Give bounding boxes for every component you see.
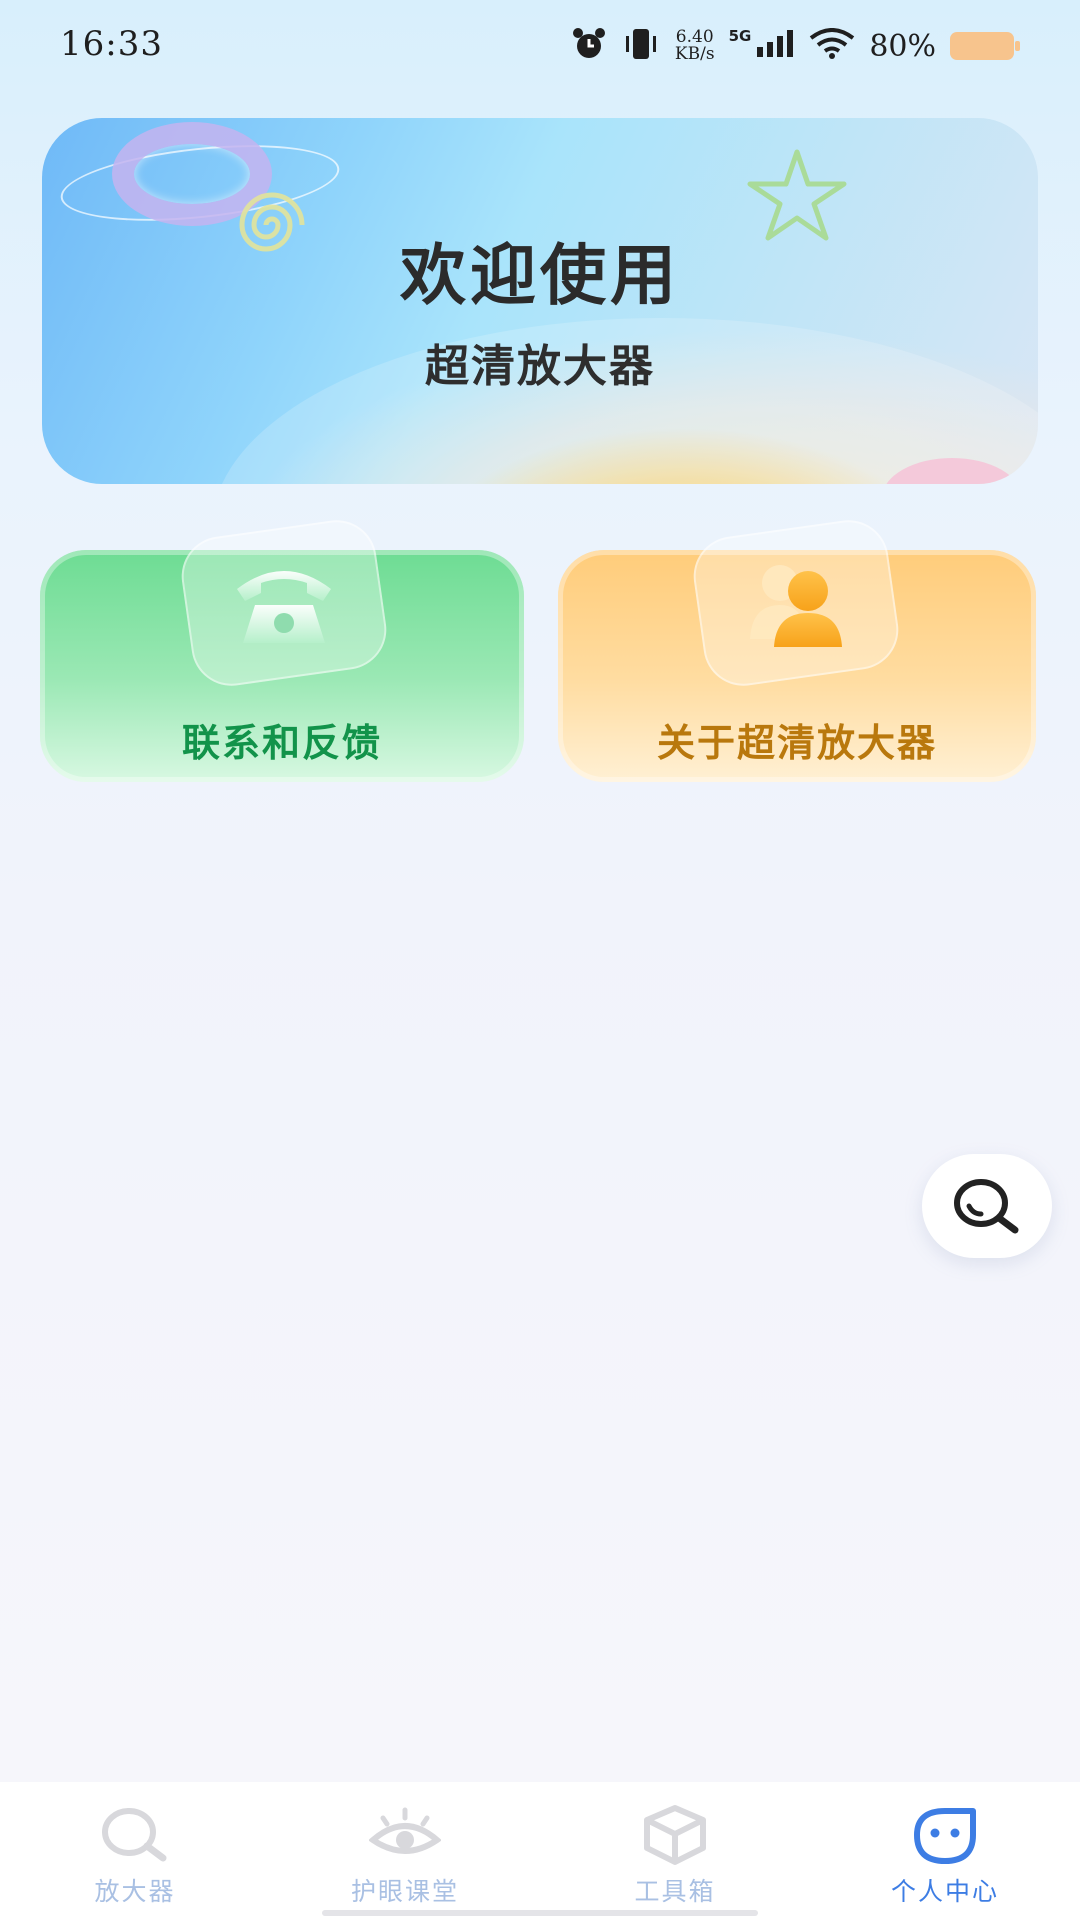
banner-title: 欢迎使用 bbox=[400, 236, 680, 314]
battery-percent: 80% bbox=[869, 28, 936, 64]
battery-icon bbox=[950, 32, 1020, 60]
about-icon-tile bbox=[688, 515, 904, 691]
about-app-label: 关于超清放大器 bbox=[656, 720, 937, 765]
nav-item-toolbox[interactable]: 工具箱 bbox=[540, 1782, 810, 1920]
nav-label-magnifier: 放大器 bbox=[94, 1877, 176, 1906]
welcome-banner: 欢迎使用 超清放大器 bbox=[42, 118, 1038, 484]
alarm-icon bbox=[571, 26, 607, 66]
home-indicator[interactable] bbox=[322, 1910, 758, 1916]
telephone-icon bbox=[237, 571, 331, 643]
status-time: 16:33 bbox=[60, 24, 163, 64]
banner-subtitle: 超清放大器 bbox=[425, 341, 655, 392]
floating-search-button[interactable] bbox=[922, 1154, 1052, 1258]
nav-item-magnifier[interactable]: 放大器 bbox=[0, 1782, 270, 1920]
wifi-icon bbox=[809, 28, 855, 64]
network-type: 5G bbox=[728, 27, 752, 45]
users-icon bbox=[750, 565, 842, 647]
bottom-navigation: 放大器 护眼课堂 工具箱 个人中心 bbox=[0, 1782, 1080, 1920]
vibrate-icon bbox=[621, 27, 661, 65]
status-bar: 16:33 6.40 KB/s 5G 80% bbox=[0, 0, 1080, 92]
nav-label-eye-care: 护眼课堂 bbox=[350, 1877, 459, 1906]
status-icons: 6.40 KB/s 5G 80% bbox=[571, 26, 1020, 66]
face-icon bbox=[909, 1804, 981, 1866]
contact-icon-tile bbox=[176, 515, 392, 691]
nav-label-toolbox: 工具箱 bbox=[634, 1877, 716, 1906]
nav-item-profile[interactable]: 个人中心 bbox=[810, 1782, 1080, 1920]
eye-icon bbox=[369, 1804, 441, 1866]
nav-label-profile: 个人中心 bbox=[890, 1877, 999, 1906]
search-icon bbox=[99, 1804, 171, 1866]
signal-icon bbox=[755, 29, 795, 63]
network-speed: 6.40 KB/s bbox=[675, 29, 715, 63]
network-speed-unit: KB/s bbox=[674, 44, 715, 64]
contact-feedback-card[interactable]: 联系和反馈 bbox=[40, 515, 524, 782]
box-icon bbox=[639, 1804, 711, 1866]
nav-item-eye-care[interactable]: 护眼课堂 bbox=[270, 1782, 540, 1920]
about-app-card[interactable]: 关于超清放大器 bbox=[558, 515, 1036, 782]
contact-feedback-label: 联系和反馈 bbox=[181, 720, 382, 765]
search-icon bbox=[954, 1179, 1019, 1234]
